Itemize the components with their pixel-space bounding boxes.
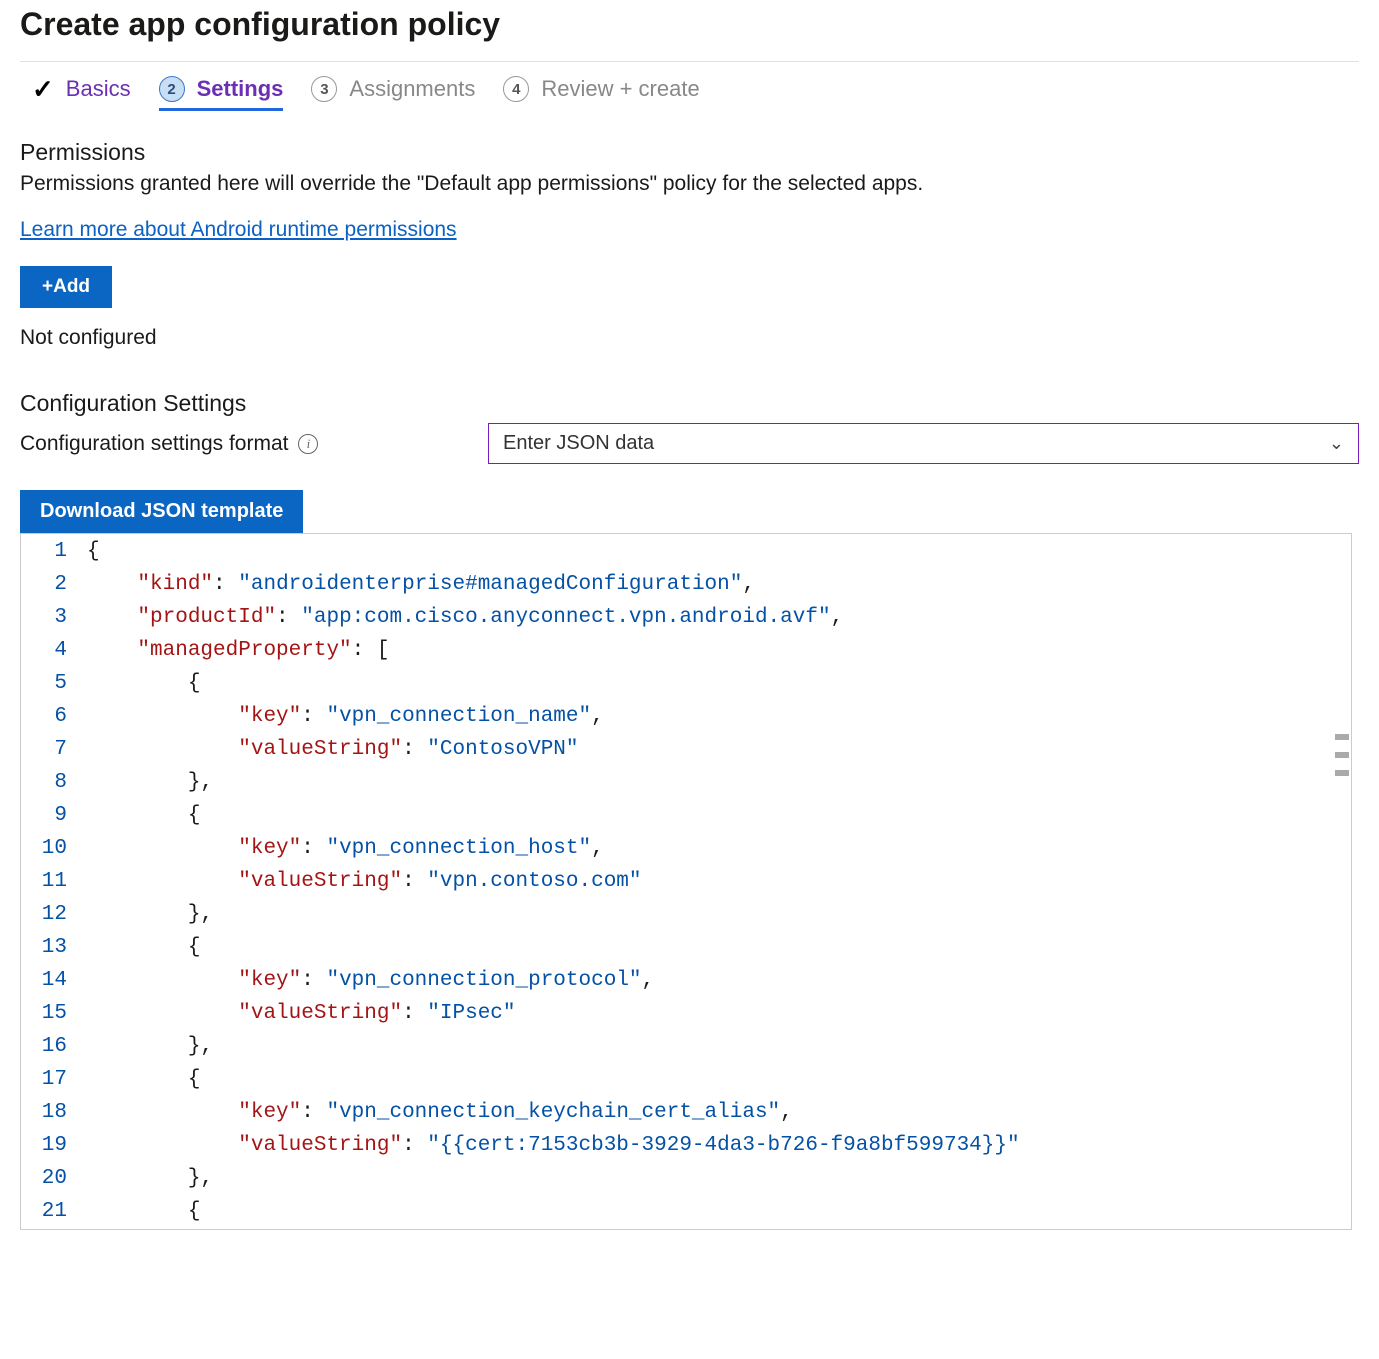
info-icon[interactable]: i bbox=[298, 434, 318, 454]
step-number-badge: 2 bbox=[159, 76, 185, 102]
permissions-description: Permissions granted here will override t… bbox=[20, 172, 1359, 196]
wizard-steps: ✓ Basics 2 Settings 3 Assignments 4 Revi… bbox=[20, 76, 1359, 113]
wizard-step-settings[interactable]: 2 Settings bbox=[159, 76, 284, 111]
json-editor[interactable]: 123456789101112131415161718192021 { "kin… bbox=[20, 533, 1352, 1230]
permissions-state-text: Not configured bbox=[20, 326, 1359, 350]
wizard-step-assignments[interactable]: 3 Assignments bbox=[311, 76, 475, 111]
config-format-label-text: Configuration settings format bbox=[20, 432, 288, 456]
config-format-value: Enter JSON data bbox=[503, 432, 654, 455]
learn-more-link[interactable]: Learn more about Android runtime permiss… bbox=[20, 218, 457, 242]
config-format-label: Configuration settings format i bbox=[20, 432, 470, 456]
config-format-select[interactable]: Enter JSON data ⌄ bbox=[488, 423, 1359, 464]
chevron-down-icon: ⌄ bbox=[1329, 433, 1344, 454]
step-number-badge: 4 bbox=[503, 76, 529, 102]
wizard-step-label: Assignments bbox=[349, 76, 475, 102]
wizard-step-review[interactable]: 4 Review + create bbox=[503, 76, 699, 111]
wizard-step-label: Settings bbox=[197, 76, 284, 102]
editor-scroll-marks bbox=[1335, 734, 1349, 788]
editor-gutter: 123456789101112131415161718192021 bbox=[21, 534, 81, 1229]
wizard-step-label: Review + create bbox=[541, 76, 699, 102]
step-number-badge: 3 bbox=[311, 76, 337, 102]
editor-code-body[interactable]: { "kind": "androidenterprise#managedConf… bbox=[81, 534, 1351, 1229]
wizard-step-label: Basics bbox=[66, 76, 131, 102]
divider bbox=[20, 61, 1359, 62]
download-json-button[interactable]: Download JSON template bbox=[20, 490, 303, 533]
permissions-heading: Permissions bbox=[20, 139, 1359, 166]
config-settings-heading: Configuration Settings bbox=[20, 390, 1359, 417]
wizard-step-basics[interactable]: ✓ Basics bbox=[32, 76, 131, 111]
page-title: Create app configuration policy bbox=[20, 6, 1359, 43]
check-icon: ✓ bbox=[32, 76, 54, 102]
add-button[interactable]: +Add bbox=[20, 266, 112, 308]
